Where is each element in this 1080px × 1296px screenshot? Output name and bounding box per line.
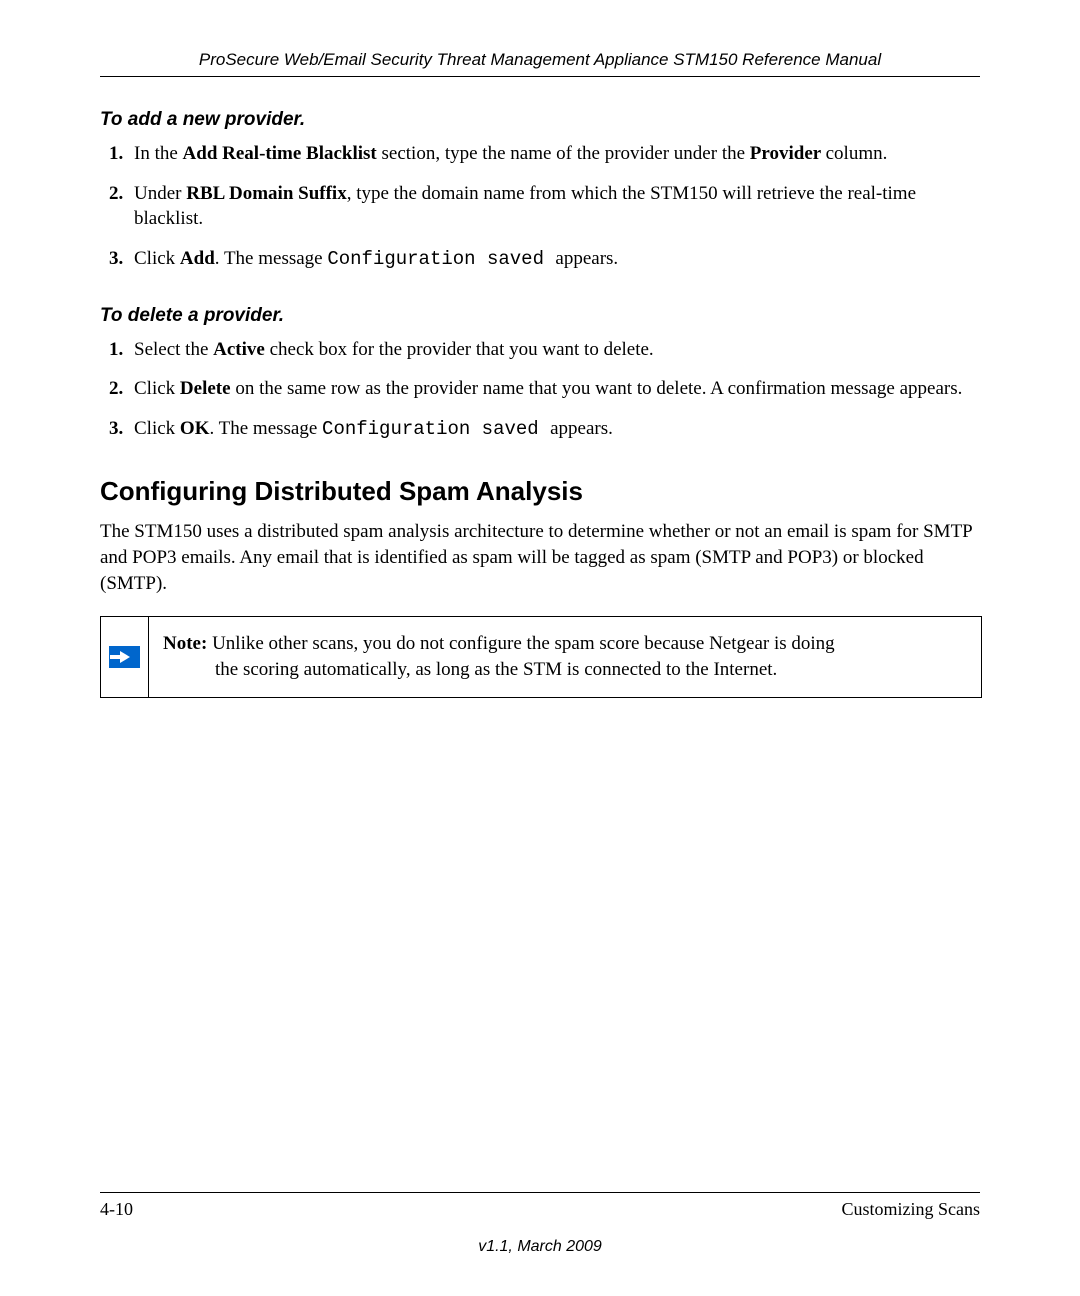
- text: Unlike other scans, you do not configure…: [212, 633, 835, 654]
- heading-add-provider: To add a new provider.: [100, 109, 980, 131]
- text: Under: [134, 183, 186, 204]
- text-bold: Active: [213, 339, 269, 360]
- text: the scoring automatically, as long as th…: [163, 657, 967, 683]
- text-bold: OK: [180, 418, 210, 439]
- delete-provider-steps: Select the Active check box for the prov…: [100, 337, 980, 443]
- text: section, type the name of the provider u…: [382, 143, 750, 164]
- text-bold: RBL Domain Suffix: [186, 183, 346, 204]
- list-item: Click OK. The message Configuration save…: [128, 416, 980, 443]
- text: Click: [134, 378, 180, 399]
- text-bold: Add: [180, 248, 215, 269]
- body-paragraph: The STM150 uses a distributed spam analy…: [100, 519, 980, 596]
- page-footer: 4-10 Customizing Scans v1.1, March 2009: [100, 1192, 980, 1256]
- text: Click: [134, 418, 180, 439]
- text-mono: Configuration saved: [322, 418, 550, 440]
- list-item: Click Delete on the same row as the prov…: [128, 376, 980, 402]
- text: . The message: [215, 248, 328, 269]
- arrow-right-icon: [109, 646, 140, 668]
- list-item: Under RBL Domain Suffix, type the domain…: [128, 181, 980, 232]
- text: . The message: [209, 418, 322, 439]
- note-text: Note: Unlike other scans, you do not con…: [149, 617, 981, 696]
- list-item: In the Add Real-time Blacklist section, …: [128, 141, 980, 167]
- list-item: Click Add. The message Configuration sav…: [128, 246, 980, 273]
- running-header: ProSecure Web/Email Security Threat Mana…: [100, 50, 980, 77]
- text: column.: [826, 143, 888, 164]
- note-label: Note:: [163, 633, 212, 654]
- text-bold: Delete: [180, 378, 235, 399]
- text-mono: Configuration saved: [327, 248, 555, 270]
- section-title: Configuring Distributed Spam Analysis: [100, 476, 980, 507]
- footer-section: Customizing Scans: [842, 1199, 981, 1220]
- page-number: 4-10: [100, 1199, 133, 1220]
- document-page: ProSecure Web/Email Security Threat Mana…: [0, 0, 1080, 1296]
- heading-delete-provider: To delete a provider.: [100, 305, 980, 327]
- text: appears.: [555, 248, 618, 269]
- text: appears.: [550, 418, 613, 439]
- footer-version: v1.1, March 2009: [100, 1238, 980, 1256]
- note-icon-cell: [101, 617, 149, 696]
- text-bold: Provider: [750, 143, 826, 164]
- text: check box for the provider that you want…: [270, 339, 654, 360]
- text: Click: [134, 248, 180, 269]
- text: Select the: [134, 339, 213, 360]
- text-bold: Add Real-time Blacklist: [183, 143, 382, 164]
- add-provider-steps: In the Add Real-time Blacklist section, …: [100, 141, 980, 273]
- note-box: Note: Unlike other scans, you do not con…: [100, 616, 982, 697]
- text: In the: [134, 143, 183, 164]
- text: on the same row as the provider name tha…: [235, 378, 962, 399]
- list-item: Select the Active check box for the prov…: [128, 337, 980, 363]
